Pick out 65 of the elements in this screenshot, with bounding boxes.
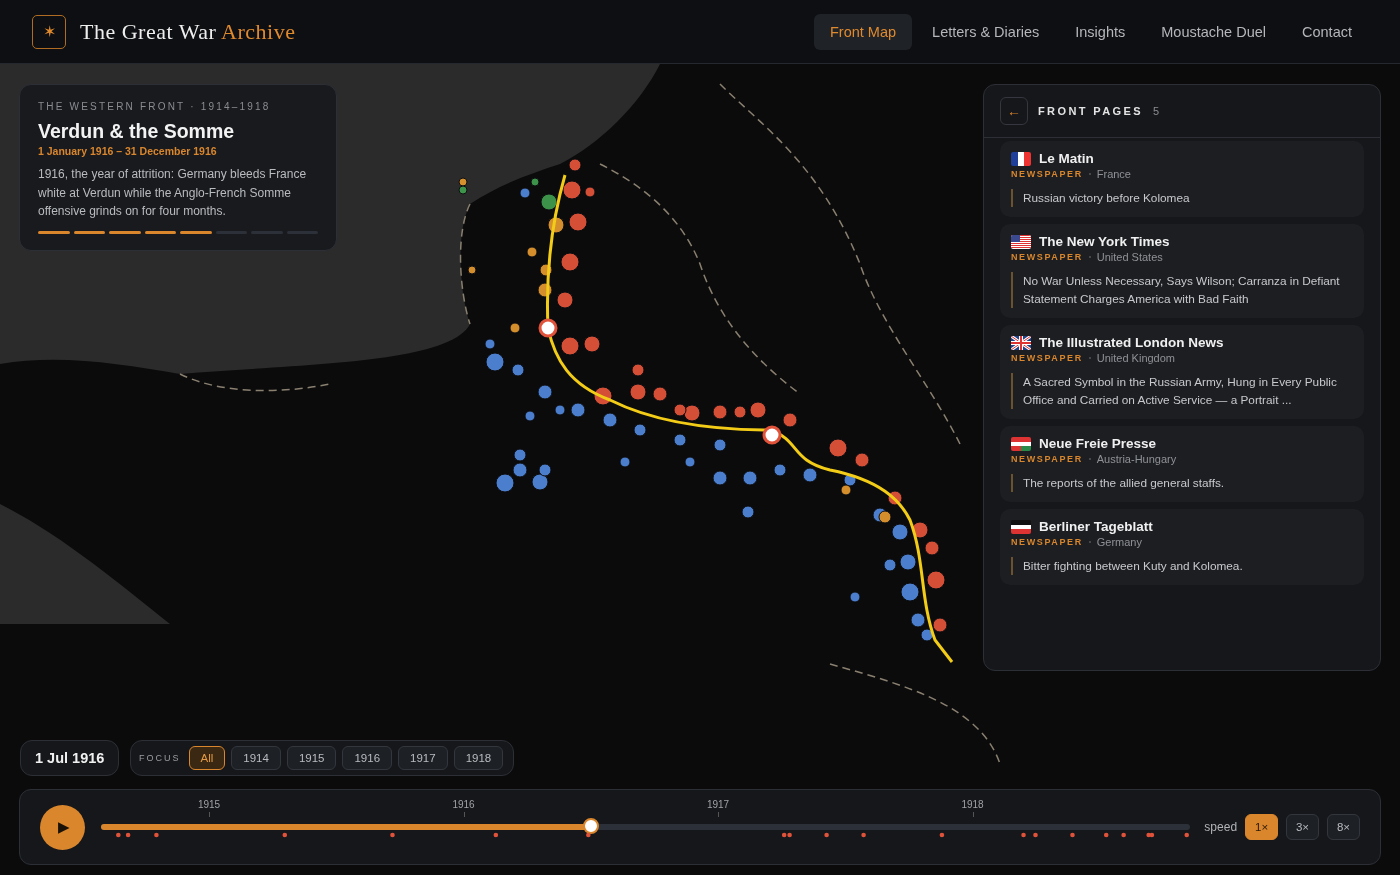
year-label: 1918 xyxy=(961,799,984,810)
speed-button[interactable]: 3× xyxy=(1286,814,1320,840)
country: France xyxy=(1096,168,1131,180)
current-date: 1 Jul 1916 xyxy=(20,740,120,776)
newspaper-name: The New York Times xyxy=(1039,234,1170,249)
speed-label: speed xyxy=(1204,820,1238,834)
nav-tab[interactable]: Front Map xyxy=(813,13,913,50)
story-text: 1916, the year of attrition: Germany bleeds France white at Verdun while the Anglo-French Somme offensive grinds on for four months. xyxy=(38,166,308,220)
year-label: 1916 xyxy=(452,799,475,810)
newspaper-name: Berliner Tageblatt xyxy=(1039,519,1153,534)
country: Germany xyxy=(1096,536,1142,548)
nav-tab[interactable]: Insights xyxy=(1059,13,1142,50)
source-type: NEWSPAPER xyxy=(1011,454,1083,464)
flag-icon xyxy=(1011,151,1031,166)
battle-marker-icon xyxy=(538,318,558,338)
newspaper-name: Neue Freie Presse xyxy=(1039,436,1157,451)
year-label: 1915 xyxy=(197,799,221,810)
source-type: NEWSPAPER xyxy=(1011,353,1083,363)
headline: Bitter fighting between Kuty and Kolomea. xyxy=(1011,557,1352,575)
story-dates: 1 January 1916 – 31 December 1916 xyxy=(38,145,218,157)
play-button[interactable]: ▶ xyxy=(40,804,85,850)
nav-tab[interactable]: Contact xyxy=(1286,13,1368,50)
newspaper-card[interactable]: Neue Freie Presse NEWSPAPER Austria-Hungary The reports of the allied general staffs. xyxy=(1000,426,1364,502)
country: United Kingdom xyxy=(1096,352,1176,364)
back-button[interactable]: ← xyxy=(1000,97,1028,125)
site-title: The Great War Archive xyxy=(80,18,296,45)
year-filter[interactable]: 1914 xyxy=(231,746,281,770)
logo-icon: ✶ xyxy=(32,14,66,49)
headline: Russian victory before Kolomea xyxy=(1011,189,1352,207)
newspaper-name: The Illustrated London News xyxy=(1039,335,1224,350)
flag-icon xyxy=(1011,519,1031,534)
panel-title: FRONT PAGES xyxy=(1038,105,1144,117)
speed-button[interactable]: 1× xyxy=(1245,814,1279,840)
focus-label: FOCUS xyxy=(139,753,181,763)
source-type: NEWSPAPER xyxy=(1011,252,1083,262)
year-filter[interactable]: 1918 xyxy=(453,746,504,770)
nav-tab[interactable]: Moustache Duel xyxy=(1145,13,1282,50)
year-filter[interactable]: 1916 xyxy=(342,746,393,770)
timeline-track[interactable] xyxy=(101,824,1191,830)
country: United States xyxy=(1096,251,1163,263)
country: Austria-Hungary xyxy=(1096,453,1177,465)
battle-marker-icon xyxy=(762,425,782,445)
year-filter[interactable]: All xyxy=(188,746,226,770)
headline: No War Unless Necessary, Says Wilson; Carranza in Defiant Statement Charges America with Bad Faith xyxy=(1011,272,1352,308)
speed-button[interactable]: 8× xyxy=(1327,814,1360,840)
story-eyebrow: THE WESTERN FRONT · 1914–1918 xyxy=(38,101,272,112)
headline: A Sacred Symbol in the Russian Army, Hung in Every Public Office and Carried on Active Service — a Portrait ... xyxy=(1011,373,1352,409)
year-label: 1917 xyxy=(706,799,730,810)
year-filter[interactable]: 1915 xyxy=(286,746,337,770)
flag-icon xyxy=(1011,436,1031,451)
year-filter[interactable]: 1917 xyxy=(398,746,448,770)
flag-icon xyxy=(1011,335,1031,350)
newspaper-card[interactable]: The New York Times NEWSPAPER United States No War Unless Necessary, Says Wilson; Carranza in Defiant Statement Charges America with Bad Faith xyxy=(1000,224,1364,318)
headline: The reports of the allied general staffs. xyxy=(1011,474,1352,492)
newspaper-card[interactable]: Berliner Tageblatt NEWSPAPER Germany Bitter fighting between Kuty and Kolomea. xyxy=(1000,509,1364,585)
timeline-handle[interactable] xyxy=(583,818,600,834)
flag-icon xyxy=(1011,234,1031,249)
nav-tab[interactable]: Letters & Diaries xyxy=(916,13,1056,50)
source-type: NEWSPAPER xyxy=(1011,169,1083,179)
source-type: NEWSPAPER xyxy=(1011,537,1083,547)
newspaper-card[interactable]: Le Matin NEWSPAPER France Russian victory before Kolomea xyxy=(1000,141,1364,217)
story-title: Verdun & the Somme xyxy=(38,120,236,143)
newspaper-card[interactable]: The Illustrated London News NEWSPAPER United Kingdom A Sacred Symbol in the Russian Army, Hung in Every Public Office and Carried on Active Service — a Portrait ... xyxy=(1000,325,1364,419)
newspaper-name: Le Matin xyxy=(1039,151,1094,166)
panel-count: 5 xyxy=(1153,105,1161,117)
